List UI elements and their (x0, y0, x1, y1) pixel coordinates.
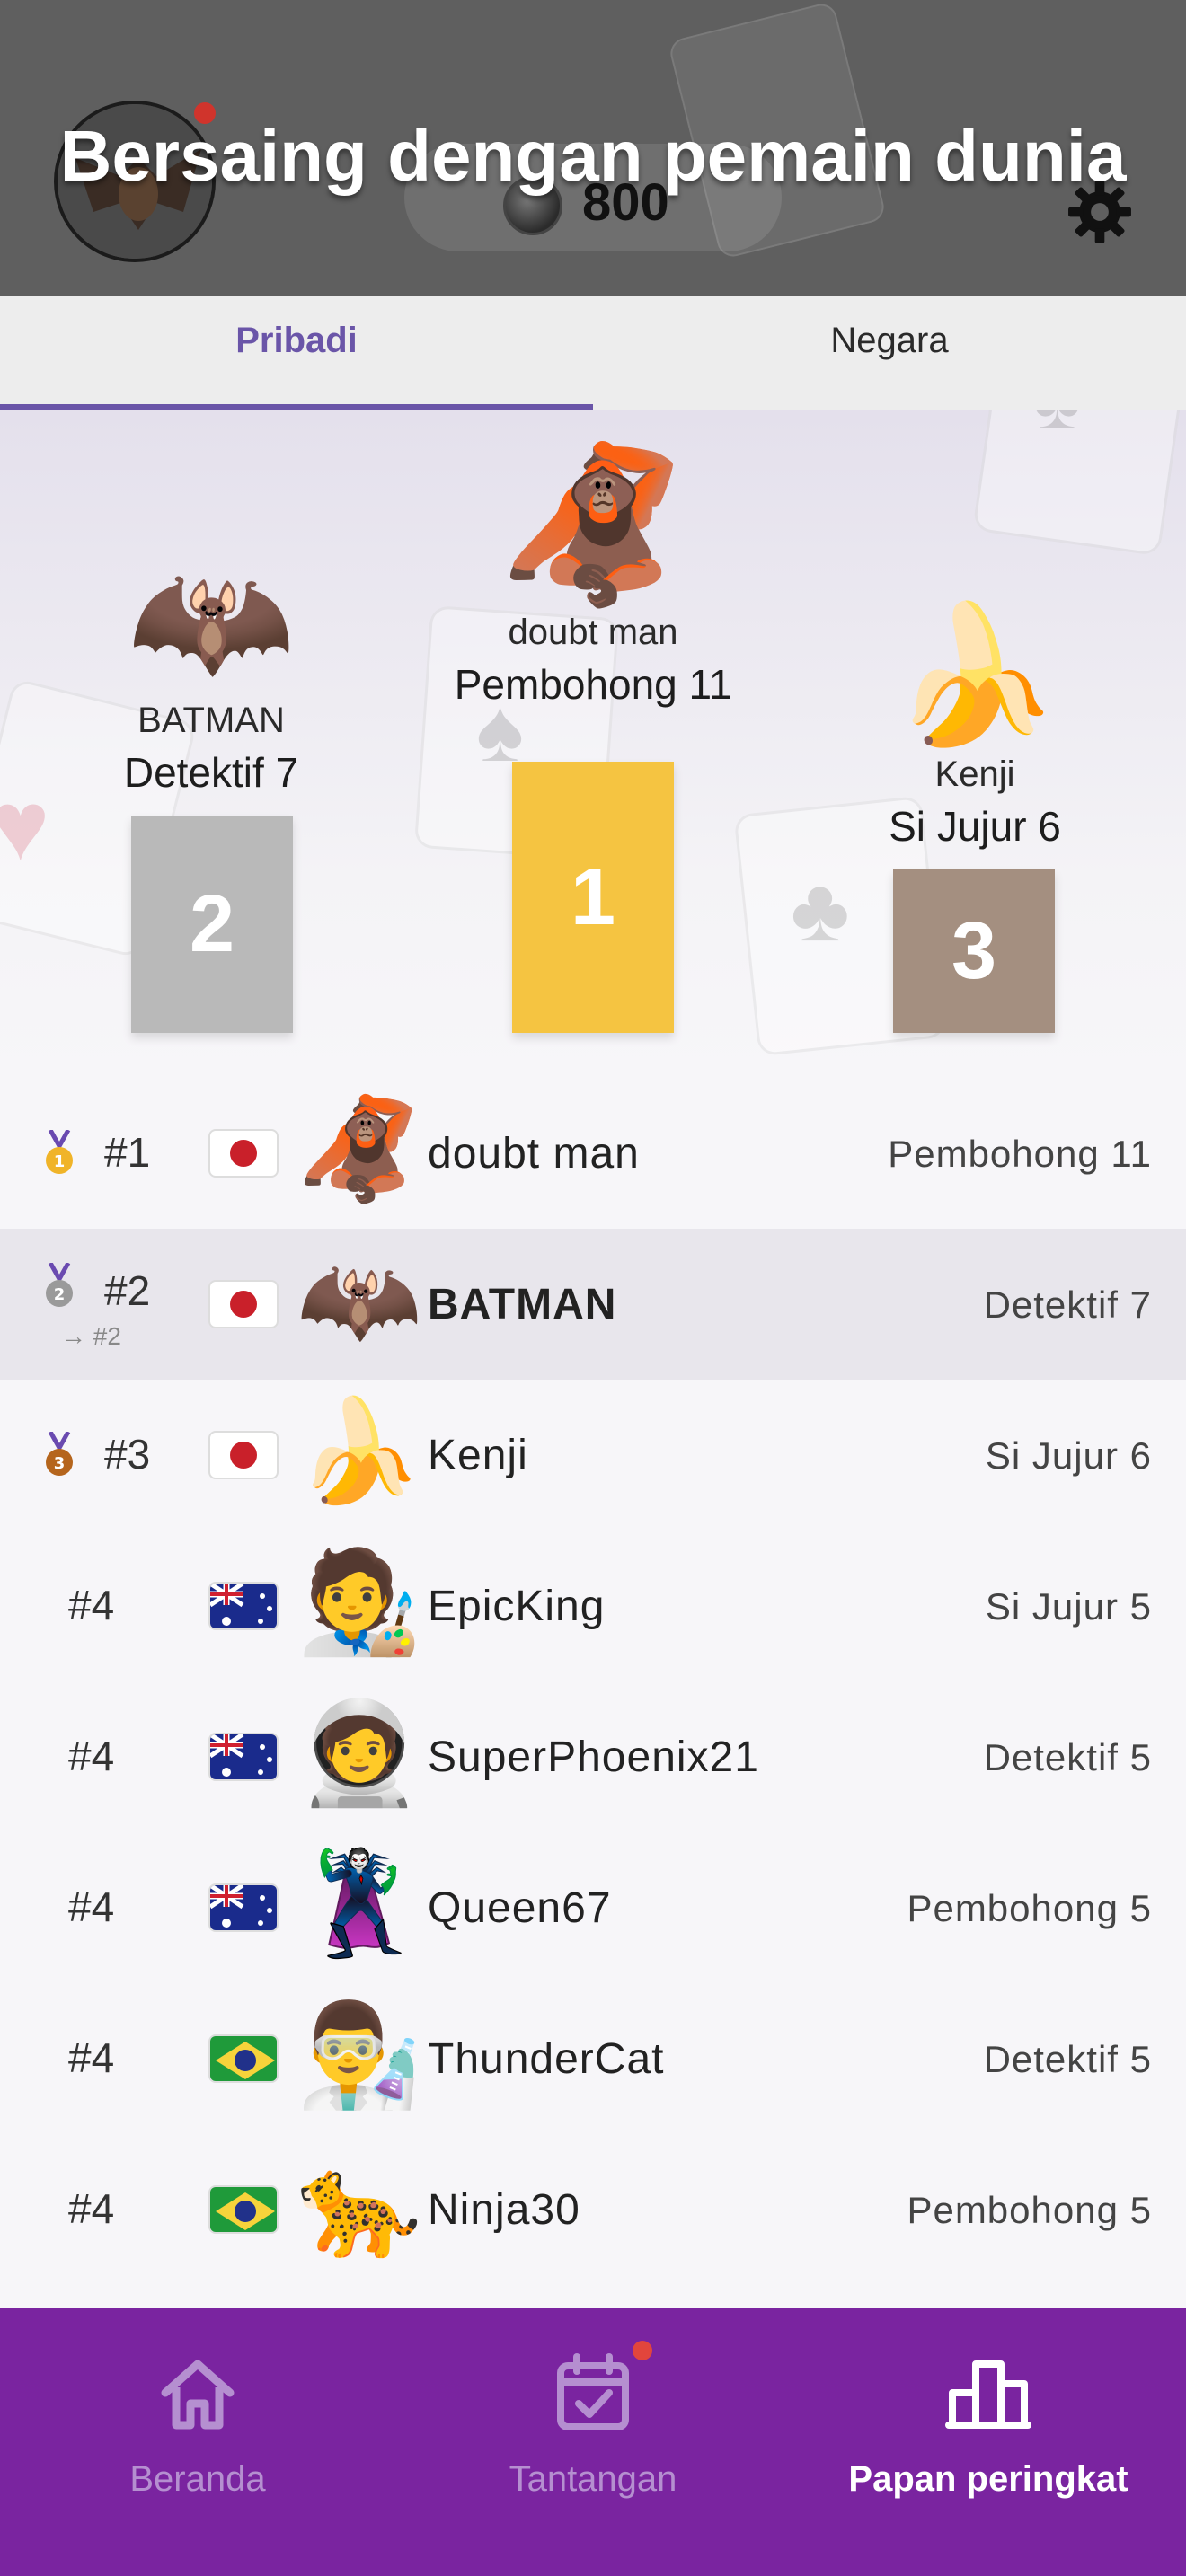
home-icon (161, 2360, 235, 2430)
player-rank-title: Si Jujur 6 (985, 1434, 1152, 1477)
podium-rank: Pembohong 11 (454, 661, 732, 708)
player-name: EpicKing (428, 1583, 606, 1630)
rank-position: #2 (104, 1267, 151, 1314)
player-name: SuperPhoenix21 (428, 1734, 759, 1781)
top-header: 800 Bersaing dengan pemain dunia (0, 0, 1186, 296)
podium-name: BATMAN (137, 701, 285, 740)
club-suit-icon: ♣ (791, 860, 850, 960)
podium-avatar: 🍌 (890, 599, 1059, 750)
podium-rank: Detektif 7 (123, 749, 299, 796)
rank-position: #3 (104, 1431, 151, 1478)
flag-australia-icon (208, 1733, 279, 1781)
rank-change: → #2 (61, 1322, 121, 1350)
tab-pribadi[interactable]: Pribadi (0, 296, 593, 410)
flag-brazil-icon (208, 2034, 279, 2083)
bottom-navigation: Beranda Tantangan Papan peringkat (0, 2308, 1186, 2576)
player-name: BATMAN (428, 1281, 617, 1328)
player-rank-title: Detektif 5 (983, 1736, 1152, 1778)
nav-label: Papan peringkat (848, 2459, 1128, 2499)
podium-third[interactable]: 🍌 Kenji Si Jujur 6 (836, 607, 1114, 851)
player-avatar: 👨‍🔬 (296, 1998, 422, 2111)
leaderboard-icon (945, 2360, 1031, 2429)
table-row[interactable]: #4 🦹 Queen67 Pembohong 5 (0, 1832, 1186, 1983)
podium-avatar: 🦧 (498, 440, 688, 611)
rank-position: #1 (104, 1129, 151, 1176)
nav-label: Tantangan (509, 2459, 677, 2499)
nav-label: Beranda (129, 2459, 266, 2499)
notification-dot (633, 2341, 652, 2360)
podium-name: doubt man (508, 613, 678, 652)
table-row[interactable]: #4 🐆 Ninja30 Pembohong 5 (0, 2134, 1186, 2285)
player-avatar: 🦧 (296, 1093, 422, 1205)
player-avatar: 🍌 (296, 1395, 422, 1507)
leaderboard-tabs: Pribadi Negara (0, 296, 1186, 410)
flag-brazil-icon (208, 2185, 279, 2234)
player-rank-title: Detektif 7 (983, 1284, 1152, 1326)
podium-avatar: 🦇 (127, 545, 296, 696)
svg-text:2: 2 (54, 1285, 66, 1304)
flag-australia-icon (208, 1582, 279, 1630)
player-rank-title: Pembohong 5 (907, 1887, 1152, 1929)
podium-name: Kenji (934, 754, 1015, 794)
podium-block-first: 1 (512, 762, 674, 1033)
player-name: ThunderCat (428, 2035, 665, 2083)
gear-icon[interactable] (1066, 178, 1134, 246)
player-avatar: 🦹 (296, 1848, 422, 1960)
heart-suit-icon: ♥ (0, 771, 50, 881)
player-rank-title: Pembohong 11 (888, 1133, 1152, 1175)
nav-papan-peringkat[interactable]: Papan peringkat (791, 2308, 1186, 2576)
podium-block-second: 2 (131, 816, 293, 1033)
player-avatar: 🐆 (296, 2149, 422, 2262)
flag-japan-icon (208, 1280, 279, 1328)
svg-text:3: 3 (54, 1454, 66, 1473)
bronze-medal-icon: 3 (46, 1432, 73, 1476)
player-rank-title: Si Jujur 5 (985, 1585, 1152, 1628)
table-row[interactable]: #4 👨‍🔬 ThunderCat Detektif 5 (0, 1983, 1186, 2134)
flag-japan-icon (208, 1129, 279, 1178)
svg-text:1: 1 (54, 1152, 66, 1171)
nav-beranda[interactable]: Beranda (0, 2308, 395, 2576)
calendar-check-icon (557, 2353, 629, 2430)
nav-tantangan[interactable]: Tantangan (395, 2308, 791, 2576)
rank-position: #4 (68, 2034, 115, 2081)
rank-position: #4 (68, 1883, 115, 1930)
player-name: Ninja30 (428, 2186, 580, 2234)
page-title: Bersaing dengan pemain dunia (59, 116, 1127, 196)
rank-position: #4 (68, 1733, 115, 1779)
player-name: Queen67 (428, 1884, 612, 1932)
rank-position: #4 (68, 2185, 115, 2232)
silver-medal-icon: 2 (46, 1263, 73, 1307)
player-name: Kenji (428, 1432, 528, 1479)
table-row-current-user[interactable]: 2 #2 → #2 🦇 BATMAN Detektif 7 (0, 1229, 1186, 1380)
player-avatar: 🧑‍🚀 (296, 1697, 422, 1809)
flag-australia-icon (208, 1883, 279, 1932)
player-rank-title: Pembohong 5 (907, 2189, 1152, 2231)
flag-japan-icon (208, 1431, 279, 1479)
rank-position: #4 (68, 1582, 115, 1628)
podium: ♠ ♥ ♠ ♣ 🦇 BATMAN Detektif 7 2 🦧 doubt ma… (0, 410, 1186, 1074)
table-row[interactable]: #4 🧑‍🚀 SuperPhoenix21 Detektif 5 (0, 1681, 1186, 1832)
player-rank-title: Detektif 5 (983, 2038, 1152, 2080)
podium-rank: Si Jujur 6 (889, 803, 1061, 850)
gold-medal-icon: 1 (46, 1130, 73, 1174)
player-avatar: 🦇 (296, 1244, 422, 1356)
player-avatar: 🧑‍🎨 (296, 1546, 422, 1658)
table-row[interactable]: 1 #1 🦧 doubt man Pembohong 11 (0, 1078, 1186, 1229)
player-name: doubt man (428, 1130, 640, 1178)
table-row[interactable]: 3 #3 🍌 Kenji Si Jujur 6 (0, 1380, 1186, 1531)
podium-second[interactable]: 🦇 BATMAN Detektif 7 (72, 553, 350, 797)
spade-suit-icon: ♠ (1033, 410, 1081, 450)
podium-block-third: 3 (893, 869, 1055, 1033)
tab-negara[interactable]: Negara (593, 296, 1186, 410)
podium-first[interactable]: 🦧 doubt man Pembohong 11 (413, 449, 773, 709)
table-row[interactable]: #4 🧑‍🎨 EpicKing Si Jujur 5 (0, 1531, 1186, 1681)
